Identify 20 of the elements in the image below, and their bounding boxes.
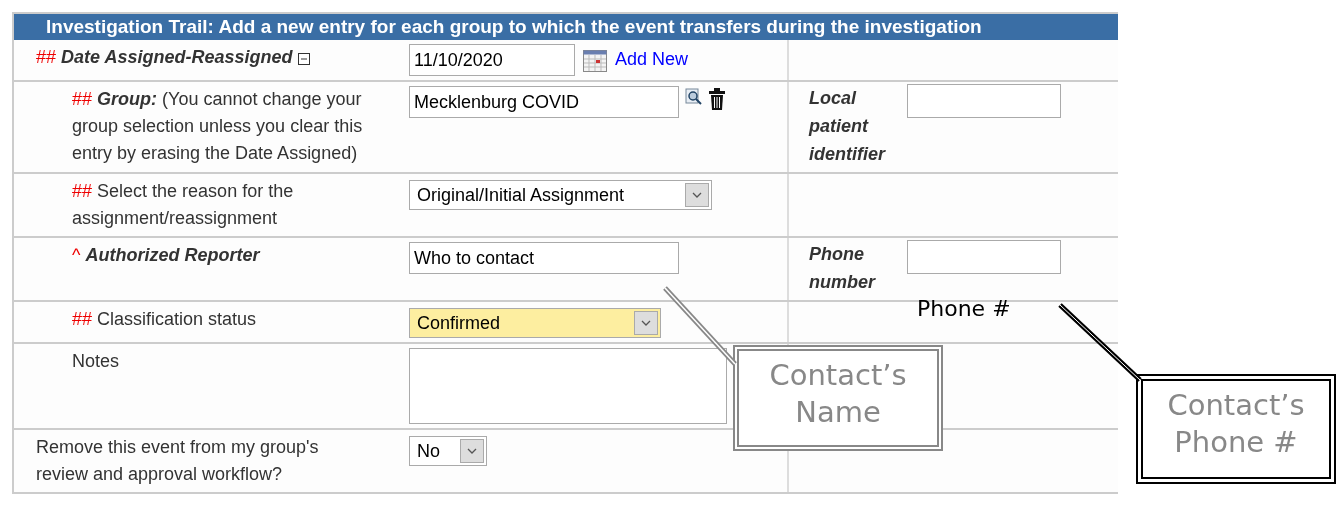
dropdown[interactable]: No [409,436,487,466]
add-new-link[interactable]: Add New [615,44,689,74]
callout-box: Contact’s Name [733,345,943,451]
field-label: Notes [72,350,120,373]
dropdown[interactable]: Confirmed [409,308,661,338]
dropdown[interactable]: Original/Initial Assignment [409,180,712,210]
text-field[interactable]: Who to contact [409,242,679,274]
field-label: Phone number [809,243,877,294]
field-label: Remove this event from my group's review and approval workflow? [36,436,320,486]
section-header: Investigation Trail: Add a new entry for each group to which the event transfers during the investigation [14,12,1118,40]
text-field[interactable]: Mecklenburg COVID [409,86,679,118]
field-label: ^ Authorized Reporter [72,244,260,267]
field-label: ## Classification status [72,308,257,331]
callout-box: Contact’s Phone # [1136,374,1336,484]
field-label: ## Date Assigned-Reassigned [36,46,293,69]
field-label: ## Group: (You cannot change your group selection unless you clear this entry by erasing the Date Assigned) [72,88,364,165]
date-field[interactable]: 11/10/2020 [409,44,575,76]
field-label: ## Select the reason for the assignment/reassignment [72,180,295,230]
field-label: Local patient identifier [809,87,887,166]
annotation-text: Phone # [917,296,1011,321]
